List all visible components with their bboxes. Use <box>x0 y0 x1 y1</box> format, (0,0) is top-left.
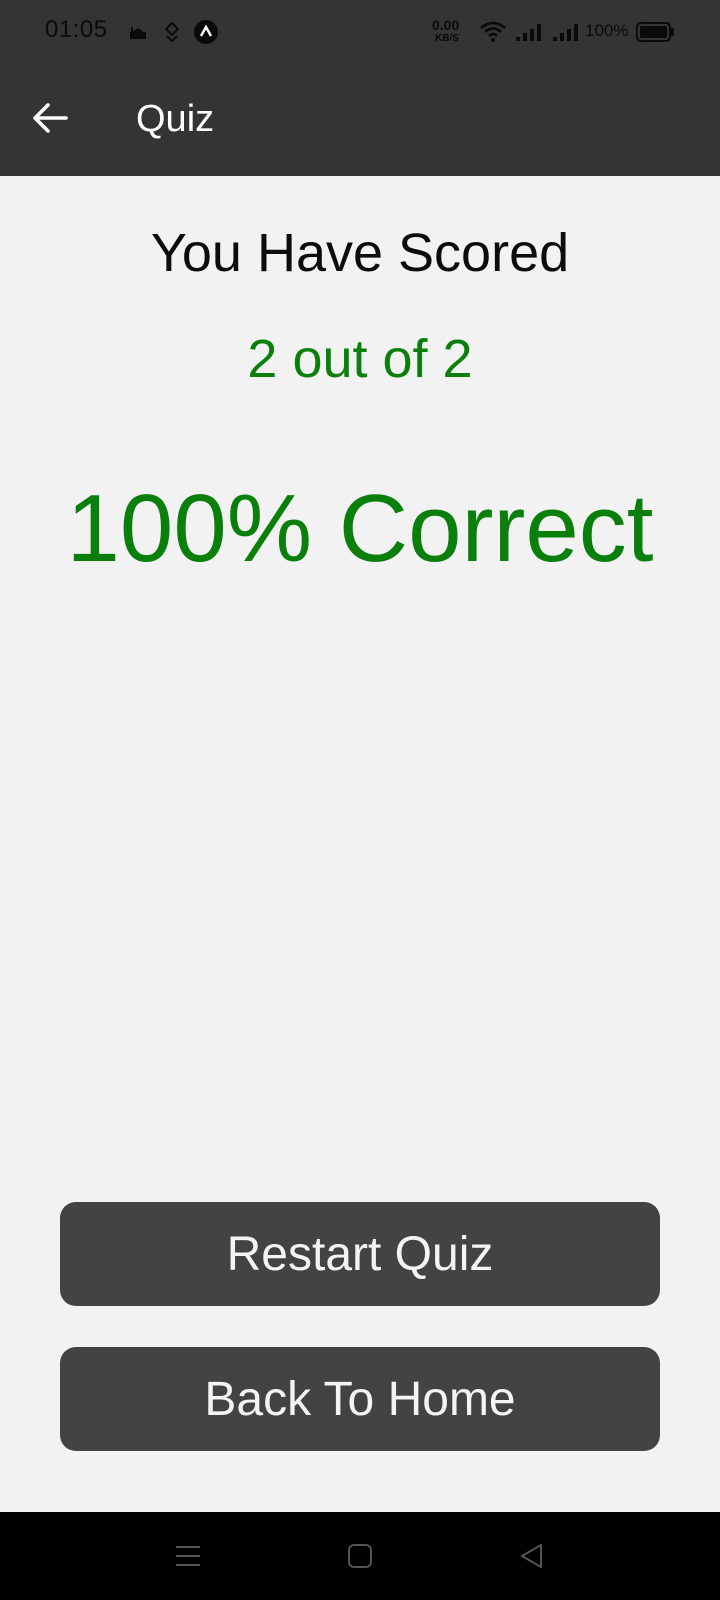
status-bar: 01:05 0.00 KB/S 100% <box>0 0 720 64</box>
page-title: Quiz <box>136 98 215 140</box>
back-triangle-icon[interactable] <box>512 1536 552 1576</box>
back-to-home-label: Back To Home <box>204 1372 516 1426</box>
net-speed-unit: KB/S <box>435 33 459 44</box>
restart-quiz-label: Restart Quiz <box>226 1227 494 1281</box>
signal-icon <box>551 20 581 44</box>
quiz-result-screen: 01:05 0.00 KB/S 100% Quiz You Have Score… <box>0 0 720 1600</box>
back-button[interactable] <box>22 92 78 148</box>
score-value: 2 out of 2 <box>247 329 473 389</box>
battery-icon <box>636 20 676 44</box>
status-time: 01:05 <box>45 16 108 43</box>
wifi-icon <box>478 20 508 44</box>
location-diamond-icon <box>160 20 184 44</box>
menu-icon[interactable] <box>168 1536 208 1576</box>
app-bar: Quiz <box>0 64 720 176</box>
nav-a-icon <box>192 18 220 46</box>
restart-quiz-button[interactable]: Restart Quiz <box>60 1202 660 1306</box>
battery-percent: 100% <box>585 21 629 40</box>
back-to-home-button[interactable]: Back To Home <box>60 1347 660 1451</box>
signal-icon <box>514 20 544 44</box>
net-speed-value: 0.00 <box>432 17 460 33</box>
mosque-icon <box>126 20 150 44</box>
arrow-left-icon <box>32 102 68 139</box>
percent-correct: 100% Correct <box>66 475 654 582</box>
home-square-icon[interactable] <box>340 1536 380 1576</box>
score-heading: You Have Scored <box>150 223 570 283</box>
system-nav-bar <box>0 1512 720 1600</box>
